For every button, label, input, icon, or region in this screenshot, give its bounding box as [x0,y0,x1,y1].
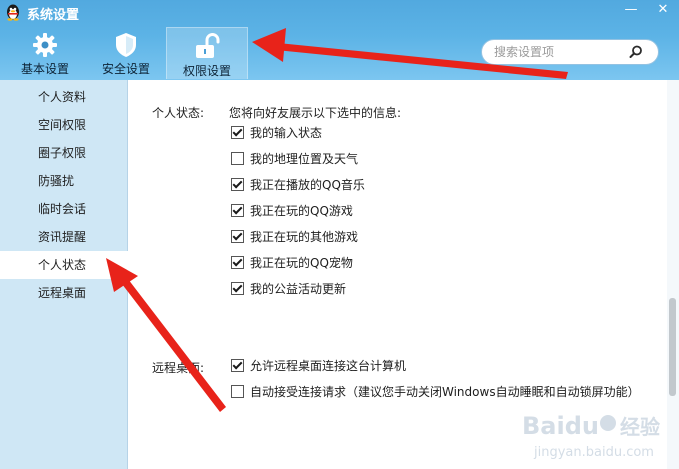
personal-status-label: 个人状态: [152,106,205,120]
checkbox[interactable] [231,126,244,139]
search-input[interactable] [494,43,624,61]
tab-label: 权限设置 [182,64,231,78]
checkbox[interactable] [231,282,244,295]
option-charity-update[interactable]: 我的公益活动更新 [231,280,346,298]
header-bar: 系统设置 — ✕ 基本设置 安全设置 权限设置 搜索设置项 [0,0,679,80]
sidebar-item-remote-desktop[interactable]: 远程桌面 [0,279,127,307]
shield-icon [116,33,136,57]
option-location-weather[interactable]: 我的地理位置及天气 [231,150,358,168]
watermark-sub: 经验 [620,415,660,439]
checkbox[interactable] [231,204,244,217]
sidebar: 个人资料 空间权限 圈子权限 防骚扰 临时会话 资讯提醒 个人状态 远程桌面 [0,80,128,469]
sidebar-item-personal-status[interactable]: 个人状态 [0,251,128,279]
sidebar-item-space-permission[interactable]: 空间权限 [0,111,127,139]
tab-label: 安全设置 [101,62,150,76]
personal-status-description: 您将向好友展示以下选中的信息: [229,106,402,120]
search-icon[interactable] [628,44,644,60]
scrollbar-thumb[interactable] [669,298,676,396]
watermark-url: jingyan.baidu.com [533,445,654,460]
checkbox[interactable] [231,152,244,165]
sidebar-item-temp-session[interactable]: 临时会话 [0,195,127,223]
search-box[interactable] [481,39,659,65]
option-input-status[interactable]: 我的输入状态 [231,124,322,142]
option-qq-music[interactable]: 我正在播放的QQ音乐 [231,176,365,194]
checkbox[interactable] [231,256,244,269]
checkbox[interactable] [231,359,244,372]
tab-label: 基本设置 [20,62,69,76]
close-button[interactable]: ✕ [648,0,678,20]
sidebar-item-profile[interactable]: 个人资料 [0,83,127,111]
option-qq-game[interactable]: 我正在玩的QQ游戏 [231,202,353,220]
unlock-icon [196,33,220,58]
checkbox[interactable] [231,385,244,398]
checkbox[interactable] [231,178,244,191]
tab-security-settings[interactable]: 安全设置 [86,26,166,78]
checkbox[interactable] [231,230,244,243]
gear-icon [33,33,57,57]
option-allow-remote-desktop[interactable]: 允许远程桌面连接这台计算机 [231,357,406,375]
watermark-brand: Baidu [522,412,599,440]
sidebar-item-news-reminder[interactable]: 资讯提醒 [0,223,127,251]
sidebar-item-anti-harassment[interactable]: 防骚扰 [0,167,127,195]
tab-basic-settings[interactable]: 基本设置 [5,26,85,78]
option-qq-pet[interactable]: 我正在玩的QQ宠物 [231,254,353,272]
sidebar-item-circle-permission[interactable]: 圈子权限 [0,139,127,167]
option-auto-accept-connection[interactable]: 自动接受连接请求（建议您手动关闭Windows自动睡眠和自动锁屏功能） [231,383,640,401]
window-title: 系统设置 [27,8,80,23]
option-other-game[interactable]: 我正在玩的其他游戏 [231,228,358,246]
tab-permission-settings[interactable]: 权限设置 [166,27,248,79]
baidu-jingyan-watermark: Baidu 经验 jingyan.baidu.com [522,412,660,460]
title-bar: 系统设置 — ✕ [0,0,679,24]
minimize-button[interactable]: — [616,0,646,20]
qq-penguin-icon [7,4,19,21]
remote-desktop-label: 远程桌面: [152,361,205,375]
